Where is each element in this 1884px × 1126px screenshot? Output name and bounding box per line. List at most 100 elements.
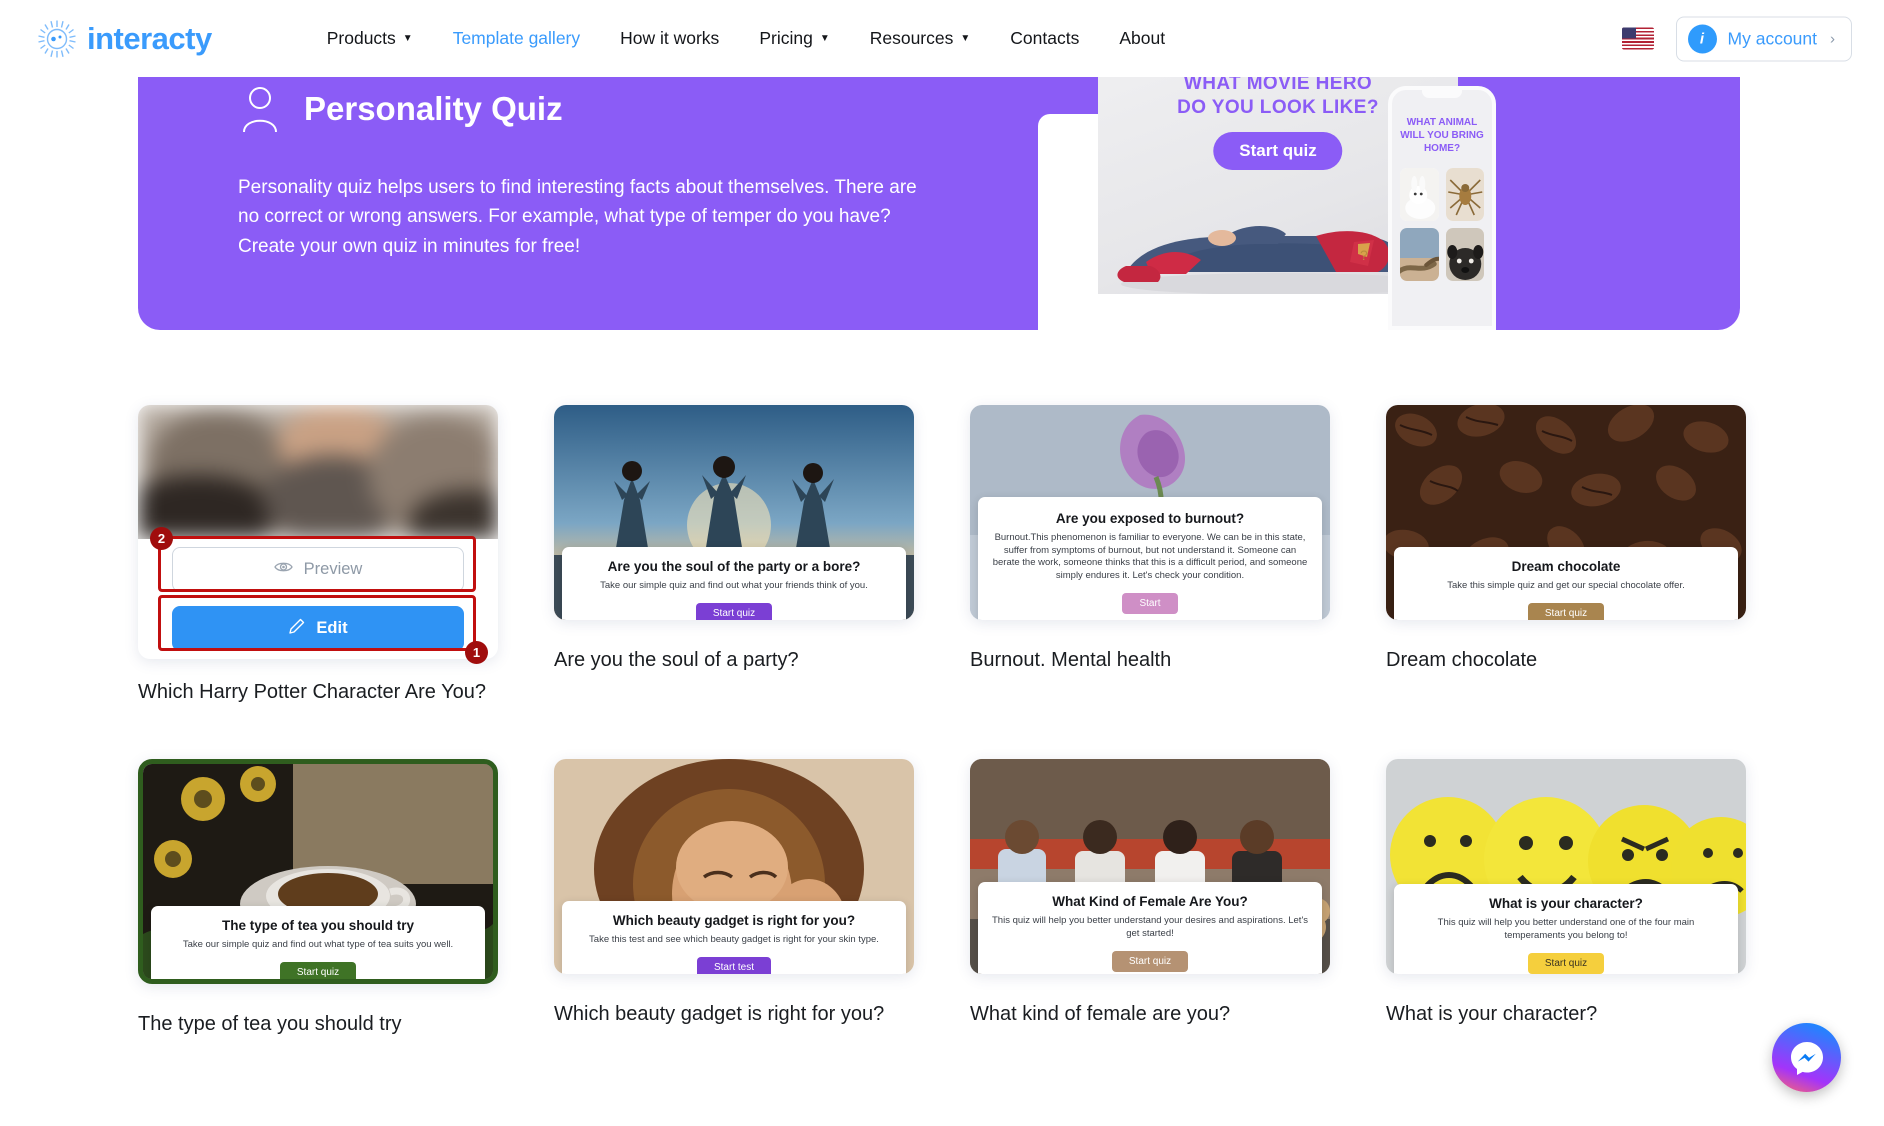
messenger-chat-button[interactable] (1772, 1023, 1841, 1092)
nav-item-about[interactable]: About (1099, 28, 1185, 49)
my-account-button[interactable]: i My account › (1675, 16, 1852, 61)
nav-item-resources[interactable]: Resources ▼ (850, 28, 991, 49)
card-title: Which beauty gadget is right for you? (554, 1003, 885, 1025)
nav-label: How it works (620, 28, 720, 48)
svg-text:?: ? (1360, 247, 1368, 263)
quiz-preview-description: Take our simple quiz and find out what t… (182, 939, 454, 951)
quiz-preview-title: Dream chocolate (1511, 559, 1621, 575)
white-rabbit-photo (1400, 168, 1439, 221)
avatar: i (1687, 24, 1717, 53)
template-card-burnout[interactable]: Are you exposed to burnout? Burnout.This… (970, 405, 1330, 705)
preview-button[interactable]: Preview (172, 547, 464, 592)
template-card-soul-of-party[interactable]: Are you the soul of the party or a bore?… (554, 405, 914, 705)
quiz-preview-card: Which beauty gadget is right for you? Ta… (562, 901, 906, 974)
annotation-badge-1: 1 (465, 641, 488, 664)
nav-label: About (1119, 28, 1166, 48)
card-title: Are you the soul of a party? (554, 649, 799, 671)
card-title: Which Harry Potter Character Are You? (138, 681, 486, 703)
animal-tile-grid (1400, 168, 1484, 281)
quiz-preview-description: This quiz will help you better understan… (992, 915, 1309, 940)
nav-item-pricing[interactable]: Pricing ▼ (739, 28, 849, 49)
card-thumbnail: The type of tea you should try Take our … (143, 764, 493, 979)
quiz-preview-card: What is your character? This quiz will h… (1394, 884, 1738, 974)
quiz-preview-description: Take this simple quiz and get our specia… (1447, 580, 1685, 592)
nav-label: Template gallery (452, 28, 581, 48)
template-card-dream-chocolate[interactable]: Dream chocolate Take this simple quiz an… (1386, 405, 1746, 705)
animal-quiz-phone-mockup: WHAT ANIMAL WILL YOU BRING HOME? (1388, 86, 1496, 330)
spider-photo (1445, 168, 1484, 221)
quiz-start-button[interactable]: Start (1122, 593, 1178, 614)
template-card-grid: Preview Edit 2 1 Which Harry Potter Char… (138, 405, 1758, 1037)
quiz-start-button[interactable]: Start quiz (1527, 603, 1605, 620)
card-thumbnail: Are you the soul of the party or a bore?… (554, 405, 914, 620)
person-outline-icon (238, 84, 282, 134)
interacty-sun-logo-icon (36, 18, 78, 60)
quiz-preview-title: Which beauty gadget is right for you? (612, 913, 856, 929)
nav-item-products[interactable]: Products ▼ (307, 28, 433, 49)
annotation-badge-2: 2 (150, 527, 173, 550)
hero-banner: Personality Quiz Personality quiz helps … (138, 64, 1740, 330)
quiz-preview-title: The type of tea you should try (221, 918, 415, 934)
quiz-preview-description: Burnout.This phenomenon is familiar to e… (992, 531, 1308, 582)
quiz-preview-description: This quiz will help you better understan… (1437, 917, 1695, 942)
quiz-preview-card: What Kind of Female Are You? This quiz w… (978, 882, 1322, 974)
chevron-down-icon: ▼ (402, 32, 413, 44)
card-thumbnail: What is your character? This quiz will h… (1386, 759, 1746, 974)
quiz-preview-title: What is your character? (1489, 896, 1643, 912)
nav-label: Resources (869, 28, 954, 48)
eye-icon (273, 560, 293, 579)
card-title: What is your character? (1386, 1003, 1598, 1025)
card-hover-actions: Preview Edit (138, 539, 498, 659)
us-flag-icon[interactable] (1621, 27, 1654, 50)
hero-description: Personality quiz helps users to find int… (238, 177, 917, 257)
quiz-start-button[interactable]: Start quiz (279, 962, 357, 979)
page-root: interacty Products ▼ Template gallery Ho… (0, 0, 1884, 1126)
quiz-preview-card: The type of tea you should try Take our … (151, 906, 485, 979)
preview-button-label: Preview (303, 560, 363, 578)
card-title: What kind of female are you? (970, 1003, 1231, 1025)
quiz-preview-description: Take this test and see which beauty gadg… (589, 934, 879, 946)
header-actions: i My account › (1621, 16, 1852, 61)
snake-photo (1400, 228, 1439, 281)
nav-label: Products (326, 28, 396, 48)
quiz-start-button[interactable]: Start quiz (695, 603, 773, 620)
quiz-preview-card: Are you exposed to burnout? Burnout.This… (978, 496, 1322, 620)
chevron-right-icon: › (1830, 30, 1835, 47)
card-title: Burnout. Mental health (970, 649, 1172, 671)
template-card-your-character[interactable]: What is your character? This quiz will h… (1386, 759, 1746, 1037)
card-thumbnail (138, 405, 498, 539)
quiz-preview-description: Take our simple quiz and find out what y… (600, 580, 868, 592)
nav-label: Contacts (1010, 28, 1080, 48)
hero-text-block: Personality Quiz Personality quiz helps … (238, 84, 938, 261)
template-card-kind-of-female[interactable]: What Kind of Female Are You? This quiz w… (970, 759, 1330, 1037)
quiz-start-button[interactable]: Start quiz (1527, 953, 1605, 974)
quiz-preview-title: Are you the soul of the party or a bore? (607, 559, 861, 575)
nav-item-how-it-works[interactable]: How it works (600, 28, 739, 49)
pencil-icon (288, 618, 305, 640)
logo[interactable]: interacty (36, 18, 212, 60)
template-card-beauty-gadget[interactable]: Which beauty gadget is right for you? Ta… (554, 759, 914, 1037)
pug-dog-photo (1445, 228, 1484, 281)
quiz-start-button[interactable]: Start quiz (1111, 951, 1189, 972)
card-thumbnail: Are you exposed to burnout? Burnout.This… (970, 405, 1330, 620)
nav-item-contacts[interactable]: Contacts (990, 28, 1099, 49)
chevron-down-icon: ▼ (960, 32, 971, 44)
hero-artwork: WHAT MOVIE HERO DO YOU LOOK LIKE? Start q… (1038, 64, 1740, 330)
messenger-icon (1790, 1041, 1823, 1075)
chevron-down-icon: ▼ (819, 32, 830, 44)
card-thumbnail: Which beauty gadget is right for you? Ta… (554, 759, 914, 974)
nav-label: Pricing (759, 28, 813, 48)
template-card-tea[interactable]: The type of tea you should try Take our … (138, 759, 498, 1037)
quiz-start-button[interactable]: Start test (696, 957, 771, 974)
quiz-preview-card: Are you the soul of the party or a bore?… (562, 547, 906, 620)
site-header: interacty Products ▼ Template gallery Ho… (0, 0, 1884, 77)
nav-item-template-gallery[interactable]: Template gallery (433, 28, 600, 49)
logo-text: interacty (87, 20, 212, 56)
main-nav: Products ▼ Template gallery How it works… (307, 28, 1185, 49)
edit-button-label: Edit (316, 619, 348, 637)
my-account-label: My account (1727, 28, 1817, 48)
quiz-preview-title: What Kind of Female Are You? (1052, 894, 1248, 910)
edit-button[interactable]: Edit (172, 606, 464, 651)
template-card-harry-potter[interactable]: Preview Edit 2 1 Which Harry Potter Char… (138, 405, 498, 705)
quiz-preview-title: Are you exposed to burnout? (1055, 510, 1245, 526)
